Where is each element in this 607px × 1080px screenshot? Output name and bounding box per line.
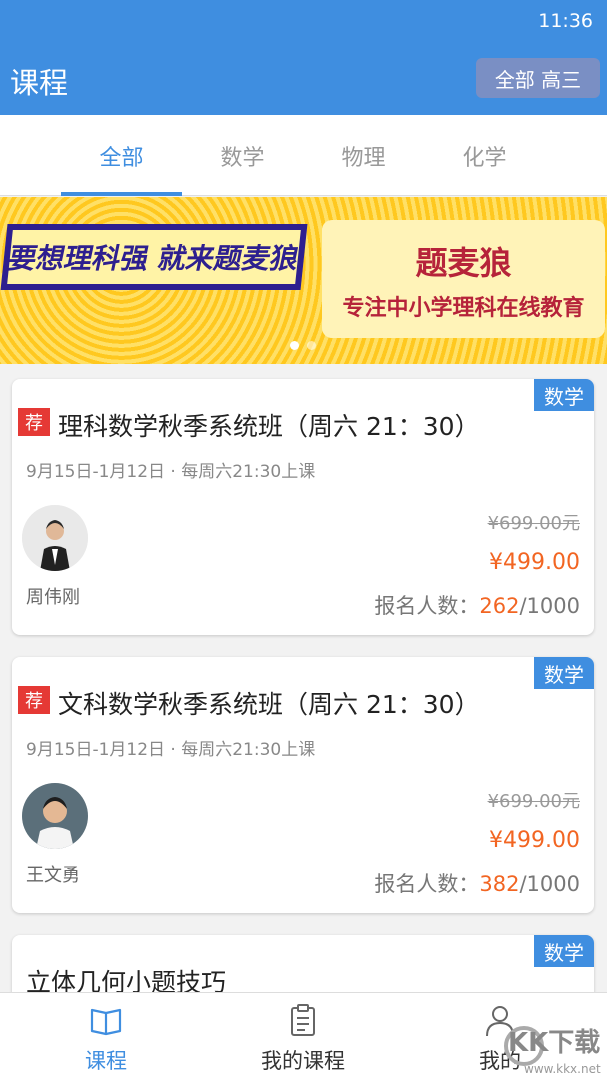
enrolled-number: 262 (479, 594, 520, 618)
banner-slogan: 要想理科强 就来题麦狼 (5, 242, 303, 275)
grade-filter-button[interactable]: 全部 高三 (476, 58, 600, 98)
original-price: ¥699.00元 (487, 791, 580, 812)
enroll-capacity: /1000 (519, 594, 580, 618)
teacher-avatar (22, 783, 88, 849)
teacher-name: 周伟刚 (26, 587, 80, 608)
nav-courses[interactable]: 课程 (5, 993, 207, 1080)
course-schedule: 9月15日-1月12日 · 每周六21:30上课 (26, 462, 316, 482)
watermark-url: www.kkx.net (524, 1062, 601, 1076)
nav-label: 我的课程 (261, 1049, 345, 1073)
banner-dot-active[interactable] (290, 341, 299, 350)
enrolled-number: 382 (479, 872, 520, 896)
clipboard-icon (291, 1004, 315, 1036)
subject-tag: 数学 (534, 657, 594, 689)
subject-tag: 数学 (534, 935, 594, 967)
banner-slogan-box: 要想理科强 就来题麦狼 (0, 224, 308, 290)
nav-my-courses[interactable]: 我的课程 (202, 993, 404, 1080)
banner-brand-name: 题麦狼 (415, 244, 512, 282)
app-header: 11:36 课程 全部 高三 (0, 0, 607, 115)
enroll-label: 报名人数： (374, 594, 480, 618)
enroll-count: 报名人数：262/1000 (374, 590, 580, 620)
tab-math[interactable]: 数学 (182, 115, 303, 196)
teacher-name: 王文勇 (26, 865, 80, 886)
banner-dot[interactable] (307, 341, 316, 350)
subject-tag: 数学 (534, 379, 594, 411)
subject-tabs: 全部 数学 物理 化学 (0, 115, 607, 196)
nav-label: 课程 (85, 1049, 127, 1073)
watermark-text: KK下载 (508, 1028, 601, 1058)
recommend-badge: 荐 (18, 686, 50, 714)
enroll-label: 报名人数： (374, 872, 480, 896)
course-card[interactable]: 数学 荐 理科数学秋季系统班（周六 21：30） 9月15日-1月12日 · 每… (12, 379, 594, 635)
enroll-count: 报名人数：382/1000 (374, 868, 580, 898)
current-price: ¥499.00 (489, 550, 580, 575)
banner-brand-panel: 题麦狼 专注中小学理科在线教育 (322, 220, 605, 338)
course-schedule: 9月15日-1月12日 · 每周六21:30上课 (26, 740, 316, 760)
tab-chemistry[interactable]: 化学 (424, 115, 545, 196)
tab-physics[interactable]: 物理 (303, 115, 424, 196)
book-icon (90, 1008, 122, 1036)
course-title: 理科数学秋季系统班（周六 21：30） (58, 412, 480, 441)
teacher-avatar (22, 505, 88, 571)
course-card[interactable]: 数学 荐 文科数学秋季系统班（周六 21：30） 9月15日-1月12日 · 每… (12, 657, 594, 913)
banner-tagline: 专注中小学理科在线教育 (342, 296, 585, 321)
recommend-badge: 荐 (18, 408, 50, 436)
course-title: 文科数学秋季系统班（周六 21：30） (58, 690, 480, 719)
status-time: 11:36 (538, 10, 593, 32)
tab-all[interactable]: 全部 (61, 115, 182, 196)
enroll-capacity: /1000 (519, 872, 580, 896)
current-price: ¥499.00 (489, 828, 580, 853)
original-price: ¥699.00元 (487, 513, 580, 534)
page-title: 课程 (10, 66, 69, 100)
